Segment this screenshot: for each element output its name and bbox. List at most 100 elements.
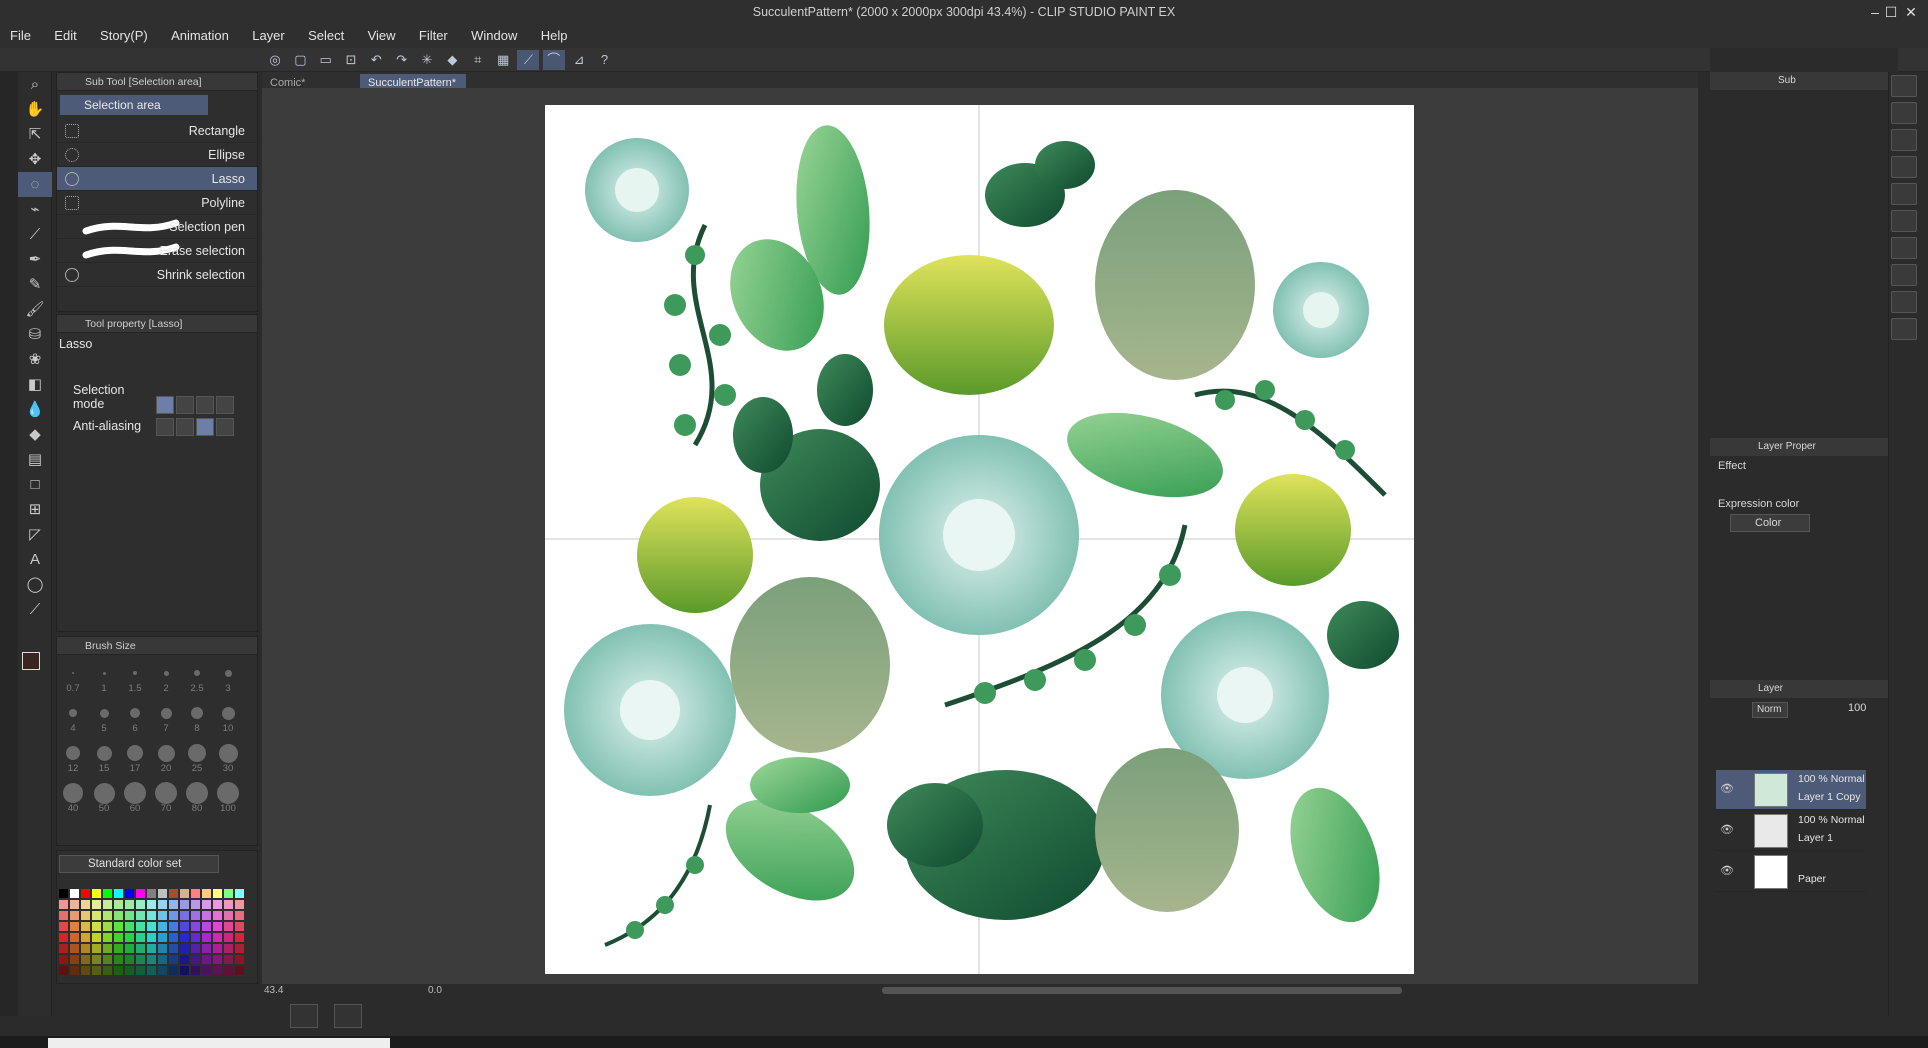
menu-animation[interactable]: Animation	[161, 24, 239, 48]
grid-icon[interactable]: ▦	[492, 50, 514, 70]
color-swatch[interactable]	[81, 922, 90, 931]
snap-ruler-icon[interactable]: ⟋	[517, 50, 540, 70]
subtool-rectangle[interactable]: Rectangle	[57, 119, 257, 143]
color-swatch[interactable]	[125, 900, 134, 909]
color-swatch[interactable]	[213, 966, 222, 975]
color-swatch[interactable]	[235, 922, 244, 931]
auto-select-icon[interactable]: ⌁	[18, 197, 52, 222]
menu-file[interactable]: File	[0, 24, 41, 48]
crop-icon[interactable]: ⌗	[467, 50, 489, 70]
brush-size-dot[interactable]	[72, 672, 74, 674]
color-swatch[interactable]	[202, 944, 211, 953]
color-swatch[interactable]	[59, 933, 68, 942]
color-swatch[interactable]	[224, 922, 233, 931]
color-swatch[interactable]	[202, 900, 211, 909]
color-swatch[interactable]	[202, 922, 211, 931]
operation-icon[interactable]: ⇱	[18, 122, 52, 147]
color-swatch[interactable]	[202, 911, 211, 920]
color-swatch[interactable]	[70, 966, 79, 975]
color-swatch[interactable]	[136, 966, 145, 975]
color-swatch[interactable]	[180, 944, 189, 953]
color-swatch[interactable]	[169, 966, 178, 975]
pen-icon[interactable]: ✒	[18, 247, 52, 272]
selection-mode-add-icon[interactable]	[176, 395, 195, 414]
color-swatch[interactable]	[136, 944, 145, 953]
subtool-lasso[interactable]: Lasso	[57, 167, 257, 191]
color-swatch[interactable]	[103, 955, 112, 964]
color-swatch[interactable]	[169, 955, 178, 964]
color-swatch[interactable]	[158, 933, 167, 942]
color-swatch[interactable]	[103, 944, 112, 953]
brush-size-dot[interactable]	[99, 708, 109, 718]
color-swatch[interactable]	[213, 955, 222, 964]
material-icon[interactable]	[1891, 291, 1917, 313]
layer-toggle-icon[interactable]	[334, 1004, 362, 1028]
color-swatch[interactable]	[180, 900, 189, 909]
color-swatch[interactable]	[114, 966, 123, 975]
color-swatch[interactable]	[114, 955, 123, 964]
color-swatch[interactable]	[224, 933, 233, 942]
selection-mode-new-icon[interactable]	[156, 395, 175, 414]
help-icon[interactable]: ?	[593, 50, 615, 70]
horizontal-scrollbar[interactable]	[882, 987, 1402, 994]
color-swatch[interactable]	[70, 922, 79, 931]
aa-medium-icon[interactable]	[196, 418, 215, 436]
snap-special-ruler-icon[interactable]: ⌒	[542, 50, 565, 70]
color-swatch[interactable]	[114, 933, 123, 942]
color-swatch[interactable]	[147, 966, 156, 975]
color-swatch[interactable]	[59, 955, 68, 964]
decoration-icon[interactable]: ❀	[18, 347, 52, 372]
menu-filter[interactable]: Filter	[409, 24, 458, 48]
color-swatch[interactable]	[92, 955, 101, 964]
clip-studio-icon[interactable]: ◎	[264, 50, 286, 70]
layer-row[interactable]: 👁 100 % Normal Layer 1	[1716, 811, 1866, 851]
color-swatch[interactable]	[191, 966, 200, 975]
color-swatch[interactable]	[202, 966, 211, 975]
navigator-toggle-icon[interactable]	[290, 1004, 318, 1028]
undo-icon[interactable]: ↶	[365, 50, 387, 70]
color-swatch[interactable]	[224, 911, 233, 920]
color-swatch[interactable]	[147, 955, 156, 964]
color-swatch[interactable]	[114, 922, 123, 931]
color-swatch[interactable]	[191, 922, 200, 931]
color-swatch[interactable]	[59, 911, 68, 920]
rotation-readout[interactable]: 0.0	[428, 985, 442, 996]
brush-size-dot[interactable]	[217, 782, 239, 804]
color-swatch[interactable]	[158, 966, 167, 975]
color-swatch[interactable]	[224, 955, 233, 964]
color-swatch[interactable]	[92, 944, 101, 953]
material-icon[interactable]	[1891, 183, 1917, 205]
brush-size-dot[interactable]	[130, 708, 140, 718]
menu-edit[interactable]: Edit	[44, 24, 86, 48]
ruler-icon[interactable]: ⊿	[568, 50, 590, 70]
subtool-group-tab[interactable]: Selection area	[60, 95, 208, 115]
color-swatch[interactable]	[158, 911, 167, 920]
color-swatch[interactable]	[158, 900, 167, 909]
aa-none-icon[interactable]	[156, 418, 175, 436]
color-swatch[interactable]	[114, 944, 123, 953]
brush-size-dot[interactable]	[221, 706, 235, 720]
color-swatch[interactable]	[103, 922, 112, 931]
color-swatch[interactable]	[114, 889, 123, 898]
color-swatch[interactable]	[125, 955, 134, 964]
color-swatch[interactable]	[92, 900, 101, 909]
color-swatch[interactable]	[59, 922, 68, 931]
color-swatch[interactable]	[81, 911, 90, 920]
brush-size-dot[interactable]	[157, 744, 175, 762]
selection-icon[interactable]: ◌	[18, 172, 52, 197]
color-swatch[interactable]	[70, 889, 79, 898]
color-swatch[interactable]	[158, 922, 167, 931]
subtool-ellipse[interactable]: Ellipse	[57, 143, 257, 167]
material-icon[interactable]	[1891, 318, 1917, 340]
color-swatch[interactable]	[191, 900, 200, 909]
color-swatch[interactable]	[114, 911, 123, 920]
color-swatch[interactable]	[147, 922, 156, 931]
color-swatch[interactable]	[81, 900, 90, 909]
color-swatch[interactable]	[147, 911, 156, 920]
color-swatch[interactable]	[147, 889, 156, 898]
pencil-icon[interactable]: ✎	[18, 272, 52, 297]
color-swatch[interactable]	[136, 889, 145, 898]
selection-mode-subtract-icon[interactable]	[196, 395, 215, 414]
fill-icon[interactable]: ◆	[441, 50, 463, 70]
material-icon[interactable]	[1891, 264, 1917, 286]
